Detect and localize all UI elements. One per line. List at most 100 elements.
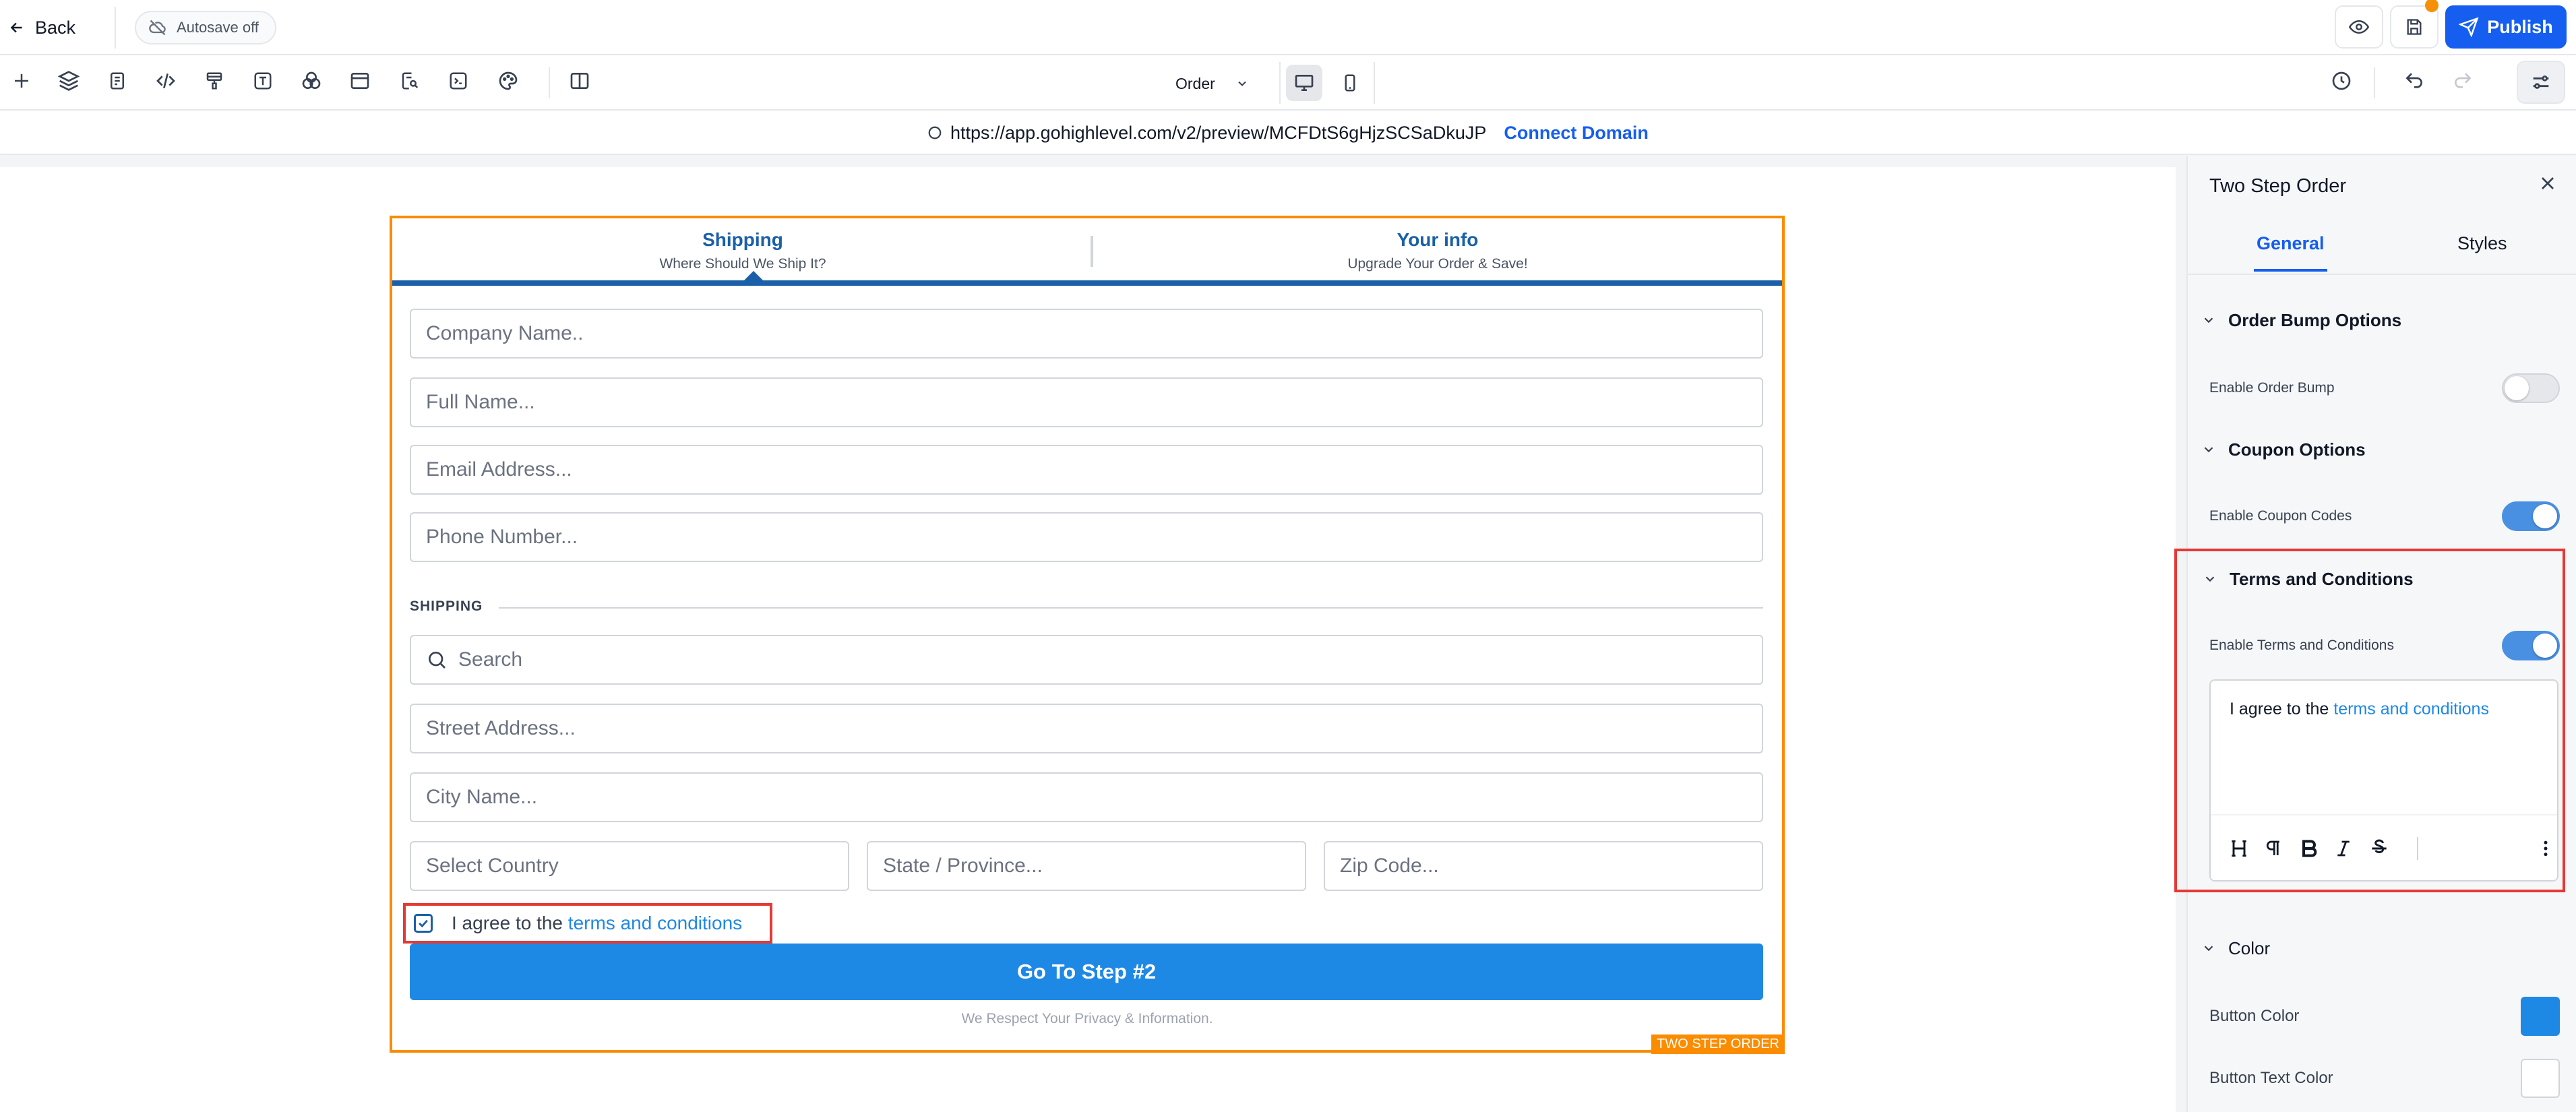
terms-prefix: I agree to the	[452, 913, 563, 933]
editor-prefix: I agree to the	[2230, 700, 2329, 718]
palette-icon[interactable]	[495, 67, 522, 94]
shipping-divider	[499, 607, 1763, 609]
heading-icon[interactable]	[2228, 838, 2247, 859]
tab-general[interactable]: General	[2254, 233, 2327, 272]
street-address-field[interactable]: Street Address...	[410, 704, 1763, 753]
page-selector[interactable]: Order	[1154, 65, 1256, 102]
toggle-knob	[2533, 634, 2557, 658]
url-text[interactable]: https://app.gohighlevel.com/v2/preview/M…	[950, 123, 1486, 144]
coupon-row: Enable Coupon Codes	[2209, 500, 2560, 532]
browser-icon[interactable]	[346, 67, 373, 94]
button-text-color-swatch[interactable]	[2521, 1059, 2560, 1098]
page-search-icon[interactable]	[396, 67, 423, 94]
paint-icon[interactable]	[201, 67, 228, 94]
split-view-icon[interactable]	[566, 67, 593, 94]
terms-link[interactable]: terms and conditions	[568, 913, 742, 933]
terms-section-header[interactable]: Terms and Conditions	[2189, 550, 2560, 608]
phone-placeholder: Phone Number...	[426, 526, 578, 548]
enable-order-bump-toggle[interactable]	[2502, 373, 2560, 403]
page-selector-label: Order	[1175, 74, 1215, 92]
top-bar: Back Autosave off Publish	[0, 0, 2576, 55]
add-element-icon[interactable]	[8, 67, 35, 94]
text-icon[interactable]	[249, 67, 276, 94]
autosave-toggle[interactable]: Autosave off	[135, 11, 276, 44]
color-section-title: Color	[2228, 937, 2271, 958]
state-field[interactable]: State / Province...	[867, 841, 1306, 891]
italic-icon[interactable]	[2333, 838, 2352, 859]
terms-rich-text-editor[interactable]: I agree to the terms and conditions	[2209, 679, 2558, 882]
company-name-field[interactable]: Company Name..	[410, 309, 1763, 359]
terms-row: Enable Terms and Conditions	[2209, 629, 2560, 662]
undo-icon[interactable]	[2401, 67, 2428, 94]
country-select[interactable]: Select Country	[410, 841, 849, 891]
editor-content[interactable]: I agree to the terms and conditions	[2230, 700, 2489, 719]
active-tab-indicator	[743, 271, 764, 282]
strikethrough-icon[interactable]	[2368, 838, 2387, 859]
close-icon[interactable]	[2537, 173, 2558, 194]
tab-styles[interactable]: Styles	[2457, 233, 2507, 254]
panel-tabs: General Styles	[2188, 217, 2576, 275]
layers-icon[interactable]	[55, 67, 82, 94]
settings-panel-button[interactable]	[2517, 61, 2565, 104]
history-icon[interactable]	[2328, 67, 2355, 94]
code-icon[interactable]	[152, 67, 179, 94]
desktop-view-button[interactable]	[1286, 65, 1322, 101]
terminal-icon[interactable]	[445, 67, 472, 94]
enable-coupon-label: Enable Coupon Codes	[2209, 508, 2352, 524]
full-name-field[interactable]: Full Name...	[410, 377, 1763, 427]
phone-field[interactable]: Phone Number...	[410, 512, 1763, 562]
bold-icon[interactable]	[2298, 838, 2317, 859]
button-color-swatch[interactable]	[2521, 997, 2560, 1036]
terms-checkbox[interactable]	[414, 914, 433, 933]
zip-field[interactable]: Zip Code...	[1324, 841, 1763, 891]
two-step-order-form[interactable]: Shipping Where Should We Ship It? Your i…	[390, 216, 1785, 1054]
email-field[interactable]: Email Address...	[410, 445, 1763, 495]
enable-terms-label: Enable Terms and Conditions	[2209, 638, 2394, 653]
editor-link[interactable]: terms and conditions	[2333, 700, 2489, 718]
preview-button[interactable]	[2335, 5, 2383, 49]
preview-url: https://app.gohighlevel.com/v2/preview/M…	[927, 111, 1649, 155]
redo-icon[interactable]	[2449, 67, 2476, 94]
tab-your-info[interactable]: Your info Upgrade Your Order & Save!	[1093, 229, 1782, 272]
paragraph-icon[interactable]	[2263, 838, 2282, 859]
back-button[interactable]: Back	[8, 9, 75, 46]
color-circles-icon[interactable]	[298, 67, 325, 94]
editor-canvas: Shipping Where Should We Ship It? Your i…	[0, 156, 2186, 1112]
country-placeholder: Select Country	[426, 855, 559, 877]
save-icon	[2405, 18, 2424, 36]
address-search-field[interactable]: Search	[410, 635, 1763, 685]
terms-section-title: Terms and Conditions	[2230, 568, 2414, 589]
button-text-color-row: Button Text Color	[2209, 1058, 2560, 1099]
cloud-off-icon	[148, 18, 167, 37]
connect-domain-link[interactable]: Connect Domain	[1504, 123, 1649, 144]
chevron-down-icon	[2201, 442, 2216, 457]
coupon-section-header[interactable]: Coupon Options	[2188, 421, 2576, 478]
button-color-label: Button Color	[2209, 1007, 2300, 1025]
order-bump-section-title: Order Bump Options	[2228, 309, 2402, 330]
tab-shipping-title: Shipping	[702, 229, 783, 250]
enable-terms-toggle[interactable]	[2502, 631, 2560, 660]
coupon-section-title: Coupon Options	[2228, 439, 2366, 460]
tab-your-info-subtitle: Upgrade Your Order & Save!	[1347, 256, 1528, 272]
publish-button[interactable]: Publish	[2445, 5, 2567, 49]
order-bump-section-header[interactable]: Order Bump Options	[2188, 291, 2576, 349]
element-type-badge: TWO STEP ORDER	[1651, 1034, 1785, 1054]
settings-panel: Two Step Order General Styles Order Bump…	[2174, 156, 2576, 1112]
color-section-header[interactable]: Color	[2188, 919, 2576, 977]
tab-shipping[interactable]: Shipping Where Should We Ship It?	[392, 229, 1093, 272]
city-field[interactable]: City Name...	[410, 772, 1763, 822]
more-options-icon[interactable]	[2536, 838, 2554, 859]
go-to-step-2-button[interactable]: Go To Step #2	[410, 944, 1763, 1000]
order-bump-row: Enable Order Bump	[2209, 372, 2560, 404]
state-placeholder: State / Province...	[883, 855, 1043, 877]
mobile-view-button[interactable]	[1332, 65, 1368, 101]
terms-checkbox-row: I agree to the terms and conditions	[403, 903, 772, 944]
pages-icon[interactable]	[104, 67, 131, 94]
editor-toolbar: Order	[0, 55, 2576, 111]
tab-shipping-subtitle: Where Should We Ship It?	[659, 256, 826, 272]
enable-coupon-toggle[interactable]	[2502, 501, 2560, 531]
city-placeholder: City Name...	[426, 786, 538, 808]
phone-icon	[1340, 73, 1360, 93]
panel-title: Two Step Order	[2209, 175, 2347, 197]
divider	[2374, 67, 2375, 98]
